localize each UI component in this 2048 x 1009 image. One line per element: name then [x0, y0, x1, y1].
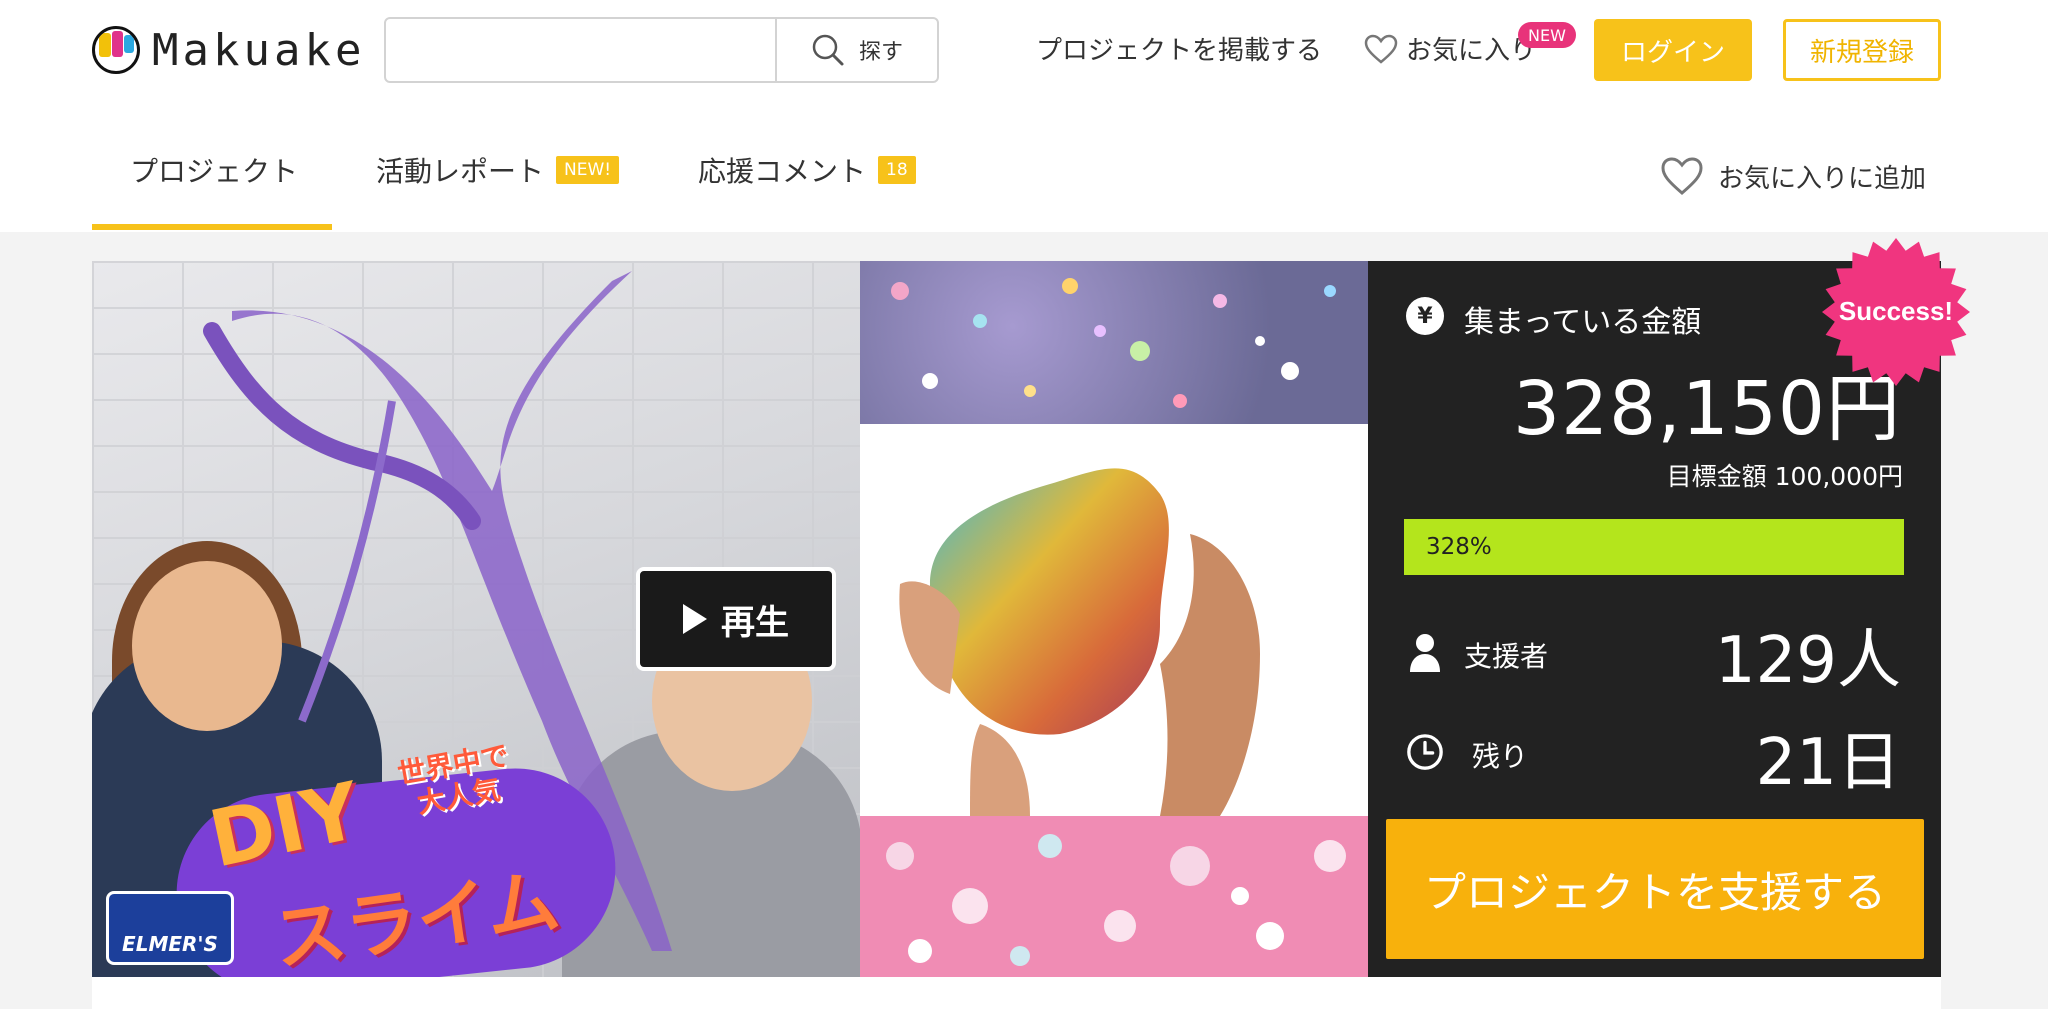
makuake-logo-icon	[92, 26, 140, 74]
tab-activity-report-label: 活動レポート	[376, 155, 545, 188]
success-badge-text: Success!	[1839, 296, 1953, 326]
content-strip	[92, 977, 1941, 1009]
progress-percent: 328%	[1426, 534, 1492, 560]
register-button[interactable]: 新規登録	[1783, 19, 1941, 81]
support-project-button[interactable]: プロジェクトを支援する	[1386, 819, 1924, 959]
add-favorite-label: お気に入りに追加	[1718, 163, 1927, 194]
play-label: 再生	[721, 602, 789, 643]
favorites-label: お気に入り	[1406, 36, 1537, 66]
goal-amount: 目標金額 100,000円	[1666, 462, 1903, 491]
play-icon	[683, 604, 707, 634]
heart-icon	[1364, 34, 1398, 64]
tab-comments[interactable]: 応援コメント 18	[698, 150, 916, 190]
tab-project-label: プロジェクト	[130, 155, 299, 188]
backers-count: 129人	[1714, 624, 1901, 698]
tab-comments-label: 応援コメント	[698, 155, 867, 188]
active-tab-underline	[92, 224, 332, 230]
remaining-days: 21日	[1755, 726, 1901, 800]
add-favorite-button[interactable]: お気に入りに追加	[1660, 156, 1926, 196]
success-badge: Success!	[1822, 238, 1970, 386]
project-video-thumbnail[interactable]: 世界中で 大人気 DIY スライム ELMER'S 再生	[92, 261, 860, 977]
search-icon	[812, 34, 844, 66]
tab-activity-report[interactable]: 活動レポート NEW!	[376, 150, 620, 190]
site-header: Makuake 探す プロジェクトを掲載する お気に入り NEW ログイン 新規…	[0, 0, 2048, 232]
product-photos	[860, 261, 1368, 977]
glitter-slime-photo	[860, 261, 1368, 424]
heart-outline-icon	[1661, 157, 1703, 195]
search-button-label: 探す	[858, 40, 903, 65]
remaining-label: 残り	[1472, 740, 1529, 773]
pink-foam-slime-photo	[860, 816, 1368, 977]
favorites-link[interactable]: お気に入り	[1364, 30, 1536, 67]
tab-new-badge: NEW!	[556, 156, 620, 184]
comment-count-badge: 18	[878, 156, 916, 184]
collected-label: 集まっている金額	[1464, 305, 1702, 340]
search-button[interactable]: 探す	[775, 19, 937, 81]
search-bar: 探す	[384, 17, 939, 83]
rainbow-slime-photo	[860, 424, 1368, 816]
search-input[interactable]	[386, 19, 775, 81]
login-button[interactable]: ログイン	[1594, 19, 1752, 81]
play-video-button[interactable]: 再生	[636, 567, 836, 671]
elmers-logo: ELMER'S	[106, 891, 234, 965]
makuake-logo[interactable]: Makuake	[92, 24, 365, 76]
post-project-link[interactable]: プロジェクトを掲載する	[1036, 30, 1322, 67]
backers-label: 支援者	[1464, 640, 1549, 673]
funding-progress-bar: 328%	[1404, 519, 1904, 575]
logo-text: Makuake	[152, 24, 366, 76]
new-badge: NEW	[1518, 22, 1576, 48]
clock-icon	[1406, 733, 1444, 771]
progress-fill: 328%	[1404, 519, 1904, 575]
person-icon	[1406, 633, 1444, 672]
yen-icon: ¥	[1406, 297, 1444, 335]
tab-project[interactable]: プロジェクト	[130, 150, 298, 190]
